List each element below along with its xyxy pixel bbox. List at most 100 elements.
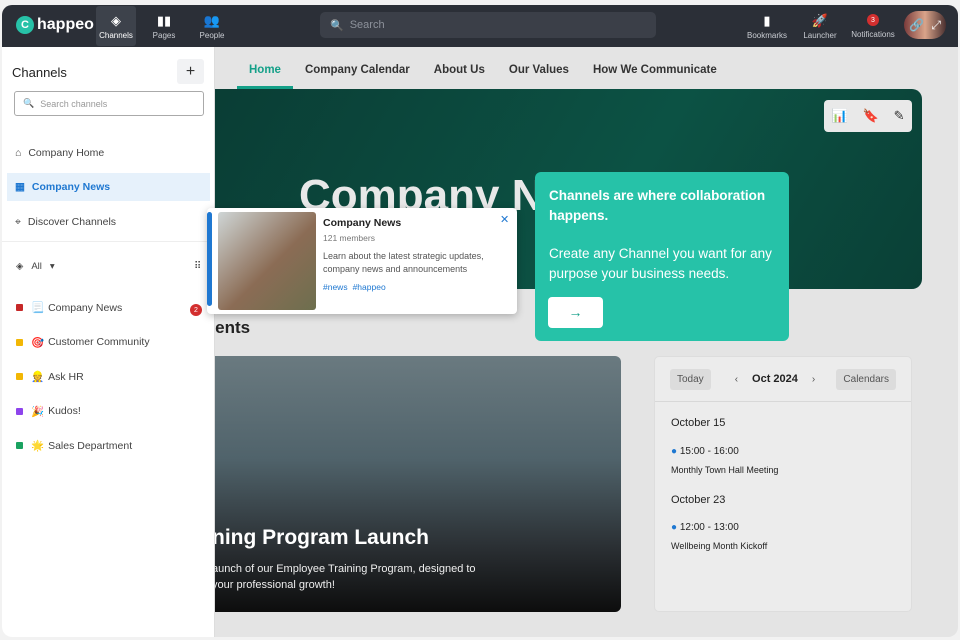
channel-emoji: 🌟 xyxy=(31,440,45,452)
channel-label: Ask HR xyxy=(48,370,84,383)
brand-name: happeo xyxy=(37,16,94,33)
article-summary: aunch of our Employee Training Program, … xyxy=(212,561,476,593)
bookmark-icon[interactable]: 🔖 xyxy=(863,108,879,124)
filter-dropdown[interactable]: ◈ All ▾ xyxy=(16,261,55,272)
drag-grid-icon[interactable]: ⠿ xyxy=(194,261,201,272)
logo[interactable]: Chappeo xyxy=(16,16,94,34)
article-title: ning Program Launch xyxy=(212,526,430,549)
launcher-button[interactable]: 🚀 Launcher xyxy=(800,5,840,47)
color-dot xyxy=(16,338,23,346)
layers-icon: ◈ xyxy=(16,261,24,272)
next-month-icon[interactable]: › xyxy=(812,374,815,385)
nav-pages[interactable]: ▮▮ Pages xyxy=(144,5,184,47)
edit-icon[interactable]: ✎ xyxy=(894,108,905,124)
add-channel-button[interactable]: + xyxy=(177,59,204,84)
nav-label: Bookmarks xyxy=(746,30,787,40)
avatar[interactable]: 🔗 ⤢ xyxy=(904,11,946,39)
time-text: 12:00 - 13:00 xyxy=(679,522,739,533)
chevron-down-icon: ▾ xyxy=(49,261,55,272)
notifications-badge: 3 xyxy=(867,14,879,26)
analytics-icon[interactable]: 📊 xyxy=(831,108,847,124)
nav-people[interactable]: 👥 People xyxy=(192,5,232,47)
nav-label: People xyxy=(199,30,225,40)
channel-description: Learn about the latest strategic updates… xyxy=(323,251,484,274)
sidebar-item-company-home[interactable]: ⌂ Company Home xyxy=(7,139,210,167)
search-placeholder: Search xyxy=(349,19,385,31)
event-time: ● 12:00 - 13:00 xyxy=(671,522,739,533)
tag-link[interactable]: #news xyxy=(323,282,348,292)
member-count: 121 members xyxy=(323,233,375,243)
event-date: October 15 xyxy=(671,417,726,429)
event-title[interactable]: Monthly Town Hall Meeting xyxy=(671,465,778,475)
top-bar: Chappeo ◈ Channels ▮▮ Pages 👥 People 🔍 Searc… xyxy=(2,5,958,47)
search-input[interactable]: 🔍 Search xyxy=(320,12,656,38)
crosshair-icon: ⌖ xyxy=(15,215,21,228)
channel-item[interactable]: 🎯 Customer Community xyxy=(16,336,150,349)
summary-line: your professional growth! xyxy=(212,579,335,591)
link-icon: 🔗 xyxy=(909,18,924,32)
accent-bar xyxy=(207,212,212,306)
nav-label: Pages xyxy=(152,30,176,40)
channel-emoji: 🎯 xyxy=(31,336,45,349)
tab-our-values[interactable]: Our Values xyxy=(497,47,581,89)
nav-label: Channels xyxy=(99,30,133,40)
logo-icon: C xyxy=(16,16,34,34)
rocket-icon: 🚀 xyxy=(811,12,829,28)
next-button[interactable]: → xyxy=(548,297,603,328)
summary-line: aunch of our Employee Training Program, … xyxy=(212,563,476,575)
tab-home[interactable]: Home xyxy=(237,47,293,89)
channel-item[interactable]: 🌟 Sales Department xyxy=(16,439,132,452)
people-icon: 👥 xyxy=(203,12,221,28)
time-text: 15:00 - 16:00 xyxy=(679,446,739,457)
sidebar-item-discover-channels[interactable]: ⌖ Discover Channels xyxy=(7,208,210,236)
channels-sidebar: Channels + 🔍 Search channels ⌂ Company Hom… xyxy=(2,47,215,637)
channel-label: Company News xyxy=(48,301,123,314)
channel-item[interactable]: 🎉 Kudos! xyxy=(16,405,81,418)
calendars-button[interactable]: Calendars xyxy=(836,368,896,390)
color-dot xyxy=(16,442,23,449)
channel-label: Sales Department xyxy=(48,439,133,452)
today-button[interactable]: Today xyxy=(670,368,711,390)
search-placeholder: Search channels xyxy=(40,98,108,109)
bookmark-icon: ▮ xyxy=(763,12,771,28)
tooltip-body: Create any Channel you want for any purp… xyxy=(549,246,772,281)
close-icon[interactable]: ✕ xyxy=(500,213,509,226)
tab-how-we-communicate[interactable]: How We Communicate xyxy=(581,47,729,89)
channel-emoji: 🎉 xyxy=(31,405,45,418)
divider xyxy=(2,241,215,242)
search-icon: 🔍 xyxy=(330,19,344,32)
nav-label: Notifications xyxy=(851,30,895,39)
event-title[interactable]: Wellbeing Month Kickoff xyxy=(671,541,767,551)
home-icon: ⌂ xyxy=(15,147,22,159)
channel-item[interactable]: 👷 Ask HR xyxy=(16,370,84,383)
channel-emoji: 👷 xyxy=(31,371,45,383)
filter-label: All xyxy=(31,261,42,272)
featured-article[interactable]: ning Program Launch aunch of our Employe… xyxy=(162,356,621,612)
events-calendar: Today ‹ Oct 2024 › Calendars October 15 ● 15… xyxy=(654,356,912,612)
app-window: Chappeo ◈ Channels ▮▮ Pages 👥 People 🔍 Searc… xyxy=(2,5,958,637)
channel-item[interactable]: 📃 Company News xyxy=(16,301,122,314)
prev-month-icon[interactable]: ‹ xyxy=(735,374,738,385)
tab-about-us[interactable]: About Us xyxy=(422,47,497,89)
nav-channels[interactable]: ◈ Channels xyxy=(96,6,136,46)
channel-image xyxy=(218,212,316,310)
event-date: October 23 xyxy=(671,494,726,506)
hero-toolbar: 📊 🔖 ✎ xyxy=(824,100,912,132)
layers-icon: ◈ xyxy=(111,12,121,28)
channel-emoji: 📃 xyxy=(31,302,45,314)
search-channels-input[interactable]: 🔍 Search channels xyxy=(14,91,204,116)
nav-label: Launcher xyxy=(803,30,837,40)
tag-link[interactable]: #happeo xyxy=(353,282,386,292)
search-icon: 🔍 xyxy=(23,98,35,108)
color-dot xyxy=(16,304,23,311)
item-label: Company Home xyxy=(28,147,105,159)
channel-label: Kudos! xyxy=(48,405,81,417)
tooltip-heading: Channels are where collaboration happens… xyxy=(549,188,766,223)
tab-company-calendar[interactable]: Company Calendar xyxy=(293,47,422,89)
notifications-button[interactable]: Notifications xyxy=(848,5,898,47)
color-dot xyxy=(16,373,23,380)
bookmarks-button[interactable]: ▮ Bookmarks xyxy=(746,5,788,47)
book-icon: ▮▮ xyxy=(156,12,172,28)
event-time: ● 15:00 - 16:00 xyxy=(671,446,739,457)
sidebar-item-company-news[interactable]: ▦ Company News xyxy=(7,173,210,201)
